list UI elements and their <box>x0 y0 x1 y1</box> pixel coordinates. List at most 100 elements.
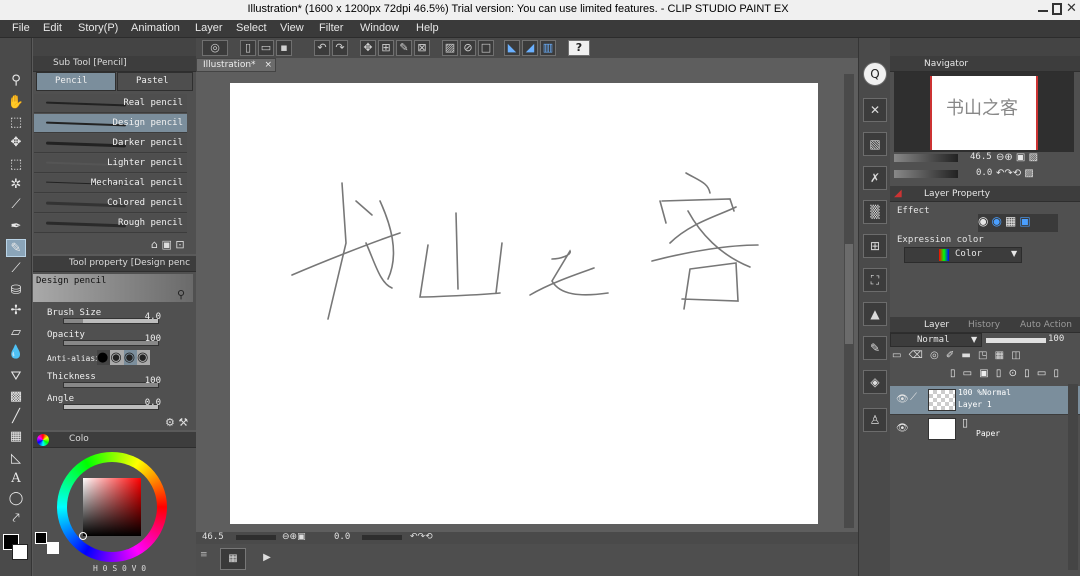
menu-edit[interactable]: Edit <box>43 22 62 34</box>
brush-item-rough-pencil[interactable]: Rough pencil <box>34 214 187 233</box>
angle-value[interactable]: 0.0 <box>127 398 161 408</box>
blend-mode-select[interactable]: Normal ▼ <box>890 333 982 347</box>
brush-item-real-pencil[interactable]: Real pencil <box>34 94 187 113</box>
visibility-eye-icon[interactable]: 👁 <box>896 394 909 405</box>
eyedropper-icon[interactable]: ⟋ <box>6 196 26 214</box>
brush-item-lighter-pencil[interactable]: Lighter pencil <box>34 154 187 173</box>
blend-icon[interactable]: 💧 <box>6 344 26 362</box>
restore-icon[interactable] <box>1052 3 1062 15</box>
zoom-buttons-icon[interactable]: ⊖⊕▣ <box>282 532 306 542</box>
material-edit-icon[interactable]: ✎ <box>863 336 887 360</box>
menu-filter[interactable]: Filter <box>319 22 343 34</box>
eraser-icon[interactable]: ▱ <box>6 324 26 342</box>
correct-line-icon[interactable]: ⤤ <box>6 510 26 528</box>
brush-icon[interactable]: ✎ <box>396 40 412 56</box>
canvas-tab[interactable]: Illustration* × <box>196 58 276 72</box>
pencil-tool-icon[interactable]: ✎ <box>6 239 26 257</box>
redo-icon[interactable]: ↷ <box>332 40 348 56</box>
material-image-icon[interactable]: ▲ <box>863 302 887 326</box>
layer-option-buttons[interactable]: ▭ ⌫ ◎ ✐ ▬ ◳ ▦ ◫ <box>892 350 1078 366</box>
save-icon[interactable]: ▪ <box>276 40 292 56</box>
navigator-tab[interactable]: Navigator <box>924 56 968 72</box>
brush-item-darker-pencil[interactable]: Darker pencil <box>34 134 187 153</box>
layer-tab[interactable]: Layer <box>924 317 949 333</box>
menu-file[interactable]: File <box>12 22 30 34</box>
navigator-zoom-buttons-icon[interactable]: ⊖⊕ ▣ ▨ <box>996 152 1038 163</box>
material-3d-icon[interactable]: ◈ <box>863 370 887 394</box>
snap-grid-icon[interactable]: ▥ <box>540 40 556 56</box>
airbrush-icon[interactable]: ⛁ <box>6 282 26 300</box>
rotation-value[interactable]: 0.0 <box>334 532 350 542</box>
thickness-value[interactable]: 100 <box>127 376 161 386</box>
layer-row-layer1[interactable]: 👁 ⟋ 100 %Normal Layer 1 <box>890 386 1080 414</box>
canvas-paper[interactable] <box>230 83 818 524</box>
new-file-icon[interactable]: ▯ <box>240 40 256 56</box>
fill-icon[interactable]: ⊠ <box>414 40 430 56</box>
settings-icon[interactable]: ⚙ ⚒ <box>165 416 188 429</box>
material-icon[interactable]: ✕ <box>863 98 887 122</box>
opacity-value[interactable]: 100 <box>127 334 161 344</box>
navigator-zoom-value[interactable]: 46.5 <box>970 152 992 162</box>
antialias-options[interactable]: ●◉◉◉ <box>97 350 151 365</box>
clear-icon[interactable]: ⊘ <box>460 40 476 56</box>
text-tool-icon[interactable]: A <box>6 470 26 488</box>
brush-item-mechanical-pencil[interactable]: Mechanical pencil <box>34 174 187 193</box>
sub-color-swatch[interactable] <box>12 544 28 560</box>
timeline-icon[interactable]: ▦ <box>220 548 246 570</box>
zoom-slider[interactable] <box>236 535 276 540</box>
material-effect-icon[interactable]: ⛶ <box>863 268 887 292</box>
fill-tool-icon[interactable]: ⛛ <box>6 368 26 386</box>
paper-visibility-eye-icon[interactable]: 👁 <box>896 423 909 434</box>
layer-action-buttons[interactable]: ▯ ▭ ▣ ▯ ⊙ ▯ ▭ ▯ <box>950 368 1078 384</box>
snap-special-icon[interactable]: ◢ <box>522 40 538 56</box>
close-icon[interactable]: ✕ <box>1066 1 1077 16</box>
color-tab-label[interactable]: Colo <box>69 432 89 447</box>
scale-icon[interactable]: ⊞ <box>378 40 394 56</box>
transform-icon[interactable]: ✥ <box>360 40 376 56</box>
layer-property-tab[interactable]: Layer Property <box>924 186 990 202</box>
pen-tool-icon[interactable]: ✒ <box>6 218 26 236</box>
navigator-rotate-buttons-icon[interactable]: ↶↷⟲ ▨ <box>996 168 1034 179</box>
close-tab-icon[interactable]: × <box>264 59 272 71</box>
navigator-zoom-slider[interactable] <box>894 154 958 162</box>
saturation-value-box[interactable] <box>83 478 141 536</box>
history-tab[interactable]: History <box>968 317 1000 333</box>
effect-buttons[interactable]: ◉◉▦▣ <box>978 214 1058 232</box>
camera-icon[interactable]: ▶ <box>254 548 280 570</box>
selection-tool-icon[interactable]: ⬚ <box>6 156 26 174</box>
panel-collapse-icon[interactable]: ≡ <box>200 550 208 560</box>
layer-opacity-slider[interactable] <box>986 338 1046 343</box>
menu-view[interactable]: View <box>280 22 304 34</box>
navigator-rotate-slider[interactable] <box>894 170 958 178</box>
zoom-value[interactable]: 46.5 <box>202 532 224 542</box>
search-material-icon[interactable]: Q <box>863 62 887 86</box>
navigator-preview[interactable]: 书山之客 <box>894 72 1074 152</box>
material-pose-icon[interactable]: ♙ <box>863 408 887 432</box>
menu-window[interactable]: Window <box>360 22 399 34</box>
help-icon[interactable]: ? <box>568 40 590 56</box>
tab-pastel[interactable]: Pastel <box>117 72 193 91</box>
color-picker-handle[interactable] <box>79 532 87 540</box>
s-value[interactable]: 0 <box>122 564 127 573</box>
zoom-tool-icon[interactable]: ⚲ <box>6 72 26 90</box>
material-folder-icon[interactable]: ▧ <box>863 132 887 156</box>
search-icon[interactable]: ⚲ <box>177 288 185 301</box>
v-value[interactable]: 0 <box>141 564 146 573</box>
vertical-scrollbar[interactable] <box>844 74 854 528</box>
ruler-icon[interactable]: ◺ <box>6 450 26 468</box>
balloon-icon[interactable]: ◯ <box>6 490 26 508</box>
fit-icon[interactable]: □ <box>478 40 494 56</box>
tab-pencil[interactable]: Pencil <box>36 72 116 91</box>
hand-tool-icon[interactable]: ✋ <box>6 94 26 112</box>
layer-opacity-value[interactable]: 100 <box>1048 334 1064 344</box>
auto-select-icon[interactable]: ✲ <box>6 176 26 194</box>
color-wheel-tab-icon[interactable] <box>37 434 49 446</box>
snap-ruler-icon[interactable]: ◣ <box>504 40 520 56</box>
material-frame-icon[interactable]: ⊞ <box>863 234 887 258</box>
menu-story[interactable]: Story(P) <box>78 22 118 34</box>
brush-size-value[interactable]: 4.0 <box>127 312 161 322</box>
h-value[interactable]: 0 <box>103 564 108 573</box>
brush-tool-icon[interactable]: ⟋ <box>6 260 26 278</box>
material-tone-icon[interactable]: ▒ <box>863 200 887 224</box>
gradient-icon[interactable]: ▩ <box>6 388 26 406</box>
